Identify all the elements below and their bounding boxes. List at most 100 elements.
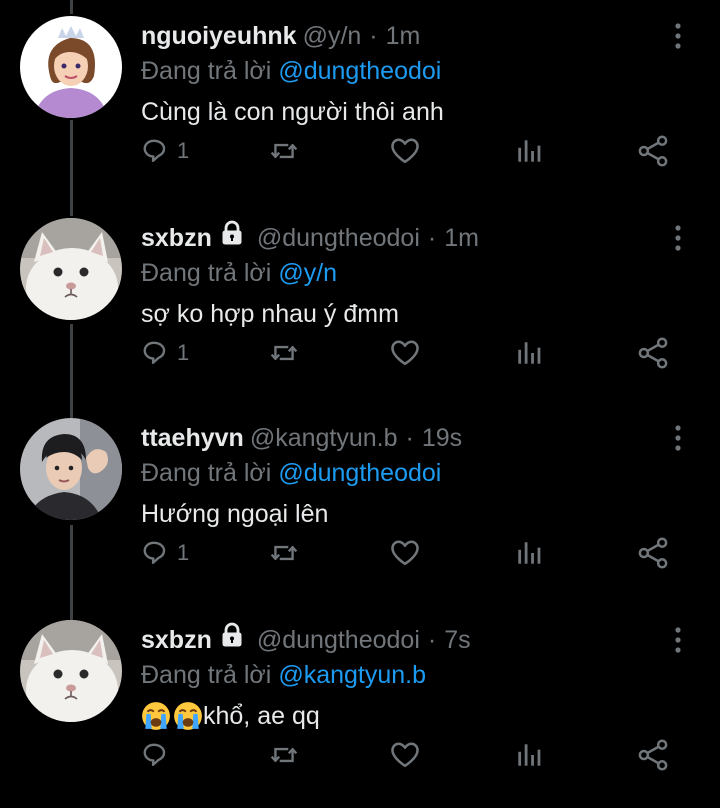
reply-button[interactable]: 1: [141, 535, 189, 571]
like-button[interactable]: [389, 133, 421, 169]
tweet[interactable]: sxbzn @dungtheodoi · 1m Đang trả lời @y/n…: [0, 202, 720, 404]
cat-avatar-image: [20, 620, 122, 722]
reply-icon: [143, 743, 166, 767]
views-button[interactable]: [514, 535, 544, 571]
replying-to-label: Đang trả lời: [141, 57, 272, 85]
lock-icon: [219, 220, 245, 256]
tweet-text-container: khổ, ae qq: [141, 698, 320, 734]
reply-icon: [143, 341, 166, 365]
share-button[interactable]: [637, 335, 669, 371]
retweet-icon: [270, 143, 298, 159]
replying-to: Đang trả lời @y/n: [141, 256, 337, 290]
reply-icon: [143, 541, 166, 565]
retweet-button[interactable]: [267, 335, 301, 371]
views-icon: [518, 342, 541, 364]
user-handle[interactable]: @y/n: [303, 18, 362, 54]
crying-emoji-icon: [141, 701, 171, 731]
avatar[interactable]: [20, 620, 122, 722]
replying-to-label: Đang trả lời: [141, 459, 272, 487]
views-button[interactable]: [514, 335, 544, 371]
replying-to: Đang trả lời @dungtheodoi: [141, 456, 441, 490]
action-bar: [141, 737, 681, 773]
avatar[interactable]: [20, 16, 122, 118]
reply-count: 1: [177, 540, 190, 565]
more-options-icon[interactable]: [664, 224, 692, 252]
person-avatar-image: [20, 418, 122, 520]
separator-dot: ·: [369, 22, 378, 50]
like-button[interactable]: [389, 535, 421, 571]
action-bar: 1: [141, 133, 681, 169]
views-button[interactable]: [514, 737, 544, 773]
more-options-icon[interactable]: [664, 626, 692, 654]
reply-button[interactable]: [141, 737, 177, 773]
tweet-text: sợ ko hợp nhau ý đmm: [141, 300, 399, 328]
share-icon: [638, 337, 668, 369]
retweet-icon: [270, 545, 298, 561]
like-button[interactable]: [389, 335, 421, 371]
avatar[interactable]: [20, 418, 122, 520]
reply-icon: [143, 139, 166, 163]
action-bar: 1: [141, 335, 681, 371]
lock-icon: [219, 622, 245, 658]
retweet-icon: [270, 747, 298, 763]
heart-icon: [391, 742, 419, 768]
avatar[interactable]: [20, 218, 122, 320]
views-icon: [518, 140, 541, 162]
like-button[interactable]: [389, 737, 421, 773]
share-icon: [638, 739, 668, 771]
tweet[interactable]: sxbzn @dungtheodoi · 7s Đang trả lời @kan…: [0, 604, 720, 806]
heart-icon: [391, 540, 419, 566]
reply-count: 1: [177, 138, 190, 163]
tweet-text: Cùng là con người thôi anh: [141, 98, 444, 126]
reply-button[interactable]: 1: [141, 133, 189, 169]
replying-to-mention[interactable]: @kangtyun.b: [278, 661, 426, 689]
display-name[interactable]: sxbzn: [141, 220, 212, 256]
tweet[interactable]: ttaehyvn @kangtyun.b · 19s Đang trả lời @…: [0, 402, 720, 604]
retweet-button[interactable]: [267, 535, 301, 571]
retweet-button[interactable]: [267, 737, 301, 773]
display-name[interactable]: sxbzn: [141, 622, 212, 658]
share-icon: [638, 135, 668, 167]
user-handle[interactable]: @dungtheodoi: [257, 622, 420, 658]
replying-to-label: Đang trả lời: [141, 661, 272, 689]
more-options-icon[interactable]: [664, 424, 692, 452]
heart-icon: [391, 340, 419, 366]
heart-icon: [391, 138, 419, 164]
more-options-icon[interactable]: [664, 22, 692, 50]
tweet-text: Hướng ngoại lên: [141, 500, 329, 528]
share-button[interactable]: [637, 737, 669, 773]
timestamp[interactable]: 1m: [386, 18, 421, 54]
views-button[interactable]: [514, 133, 544, 169]
reply-button[interactable]: 1: [141, 335, 189, 371]
user-handle[interactable]: @kangtyun.b: [250, 420, 398, 456]
cat-avatar-image: [20, 218, 122, 320]
views-icon: [518, 744, 541, 766]
replying-to-mention[interactable]: @y/n: [278, 259, 337, 287]
tweet[interactable]: nguoiyeuhnk @y/n · 1m Đang trả lời @dungt…: [0, 0, 720, 202]
replying-to: Đang trả lời @dungtheodoi: [141, 54, 441, 88]
reply-count: 1: [177, 340, 190, 365]
princess-avatar-image: [20, 16, 122, 118]
action-bar: 1: [141, 535, 681, 571]
timestamp[interactable]: 1m: [444, 220, 479, 256]
replying-to: Đang trả lời @kangtyun.b: [141, 658, 426, 692]
share-button[interactable]: [637, 535, 669, 571]
crying-emoji-icon: [173, 701, 203, 731]
retweet-icon: [270, 345, 298, 361]
replying-to-mention[interactable]: @dungtheodoi: [278, 57, 441, 85]
views-icon: [518, 542, 541, 564]
timestamp[interactable]: 19s: [422, 420, 462, 456]
replying-to-label: Đang trả lời: [141, 259, 272, 287]
replying-to-mention[interactable]: @dungtheodoi: [278, 459, 441, 487]
share-button[interactable]: [637, 133, 669, 169]
display-name[interactable]: ttaehyvn: [141, 420, 244, 456]
separator-dot: ·: [427, 626, 437, 654]
separator-dot: ·: [405, 424, 414, 452]
timestamp[interactable]: 7s: [444, 622, 470, 658]
user-handle[interactable]: @dungtheodoi: [257, 220, 420, 256]
tweet-text: khổ, ae qq: [203, 702, 320, 730]
separator-dot: ·: [427, 224, 437, 252]
retweet-button[interactable]: [267, 133, 301, 169]
share-icon: [638, 537, 668, 569]
display-name[interactable]: nguoiyeuhnk: [141, 18, 297, 54]
